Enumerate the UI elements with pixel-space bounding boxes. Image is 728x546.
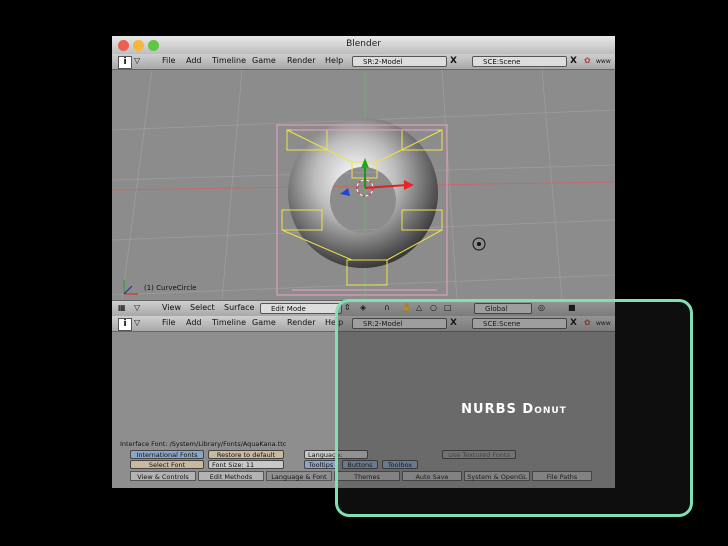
chevron-down-icon[interactable]: ▽ <box>134 303 140 312</box>
chevron-down-icon[interactable]: ▽ <box>134 56 140 65</box>
menu-add[interactable]: Add <box>186 56 202 65</box>
grid-icon[interactable]: ▦ <box>118 303 126 312</box>
international-fonts-toggle[interactable]: International Fonts <box>130 450 204 459</box>
tab-language-font[interactable]: Language & Font <box>266 471 332 481</box>
screen-selector[interactable]: SR:2-Model <box>352 56 447 67</box>
menu-timeline[interactable]: Timeline <box>212 56 246 65</box>
menu-render[interactable]: Render <box>287 56 315 65</box>
menu-timeline[interactable]: Timeline <box>212 318 246 327</box>
menu-file[interactable]: File <box>162 56 175 65</box>
torus-mesh[interactable] <box>288 118 439 268</box>
select-font-button[interactable]: Select Font <box>130 460 204 469</box>
chevron-down-icon[interactable]: ▽ <box>134 318 140 327</box>
info-window-button[interactable]: i <box>118 318 132 331</box>
tab-edit-methods[interactable]: Edit Methods <box>198 471 264 481</box>
caption-text: NURBS Donut <box>461 402 567 417</box>
manipulator-z-arrow[interactable] <box>340 188 350 196</box>
font-size-selector[interactable]: Font Size: 11 <box>208 460 284 469</box>
caption-overlay: NURBS Donut <box>335 299 693 517</box>
menu-file[interactable]: File <box>162 318 175 327</box>
screen-close-button[interactable]: X <box>448 56 459 67</box>
menu-render[interactable]: Render <box>287 318 315 327</box>
3d-viewport[interactable]: (1) CurveCircle <box>112 70 615 300</box>
menu-game[interactable]: Game <box>252 318 276 327</box>
x-axis-line <box>112 181 615 191</box>
scene-close-button[interactable]: X <box>568 56 579 67</box>
menu-select[interactable]: Select <box>190 303 215 312</box>
menu-surface[interactable]: Surface <box>224 303 254 312</box>
menu-game[interactable]: Game <box>252 56 276 65</box>
blender-logo-icon: ✿ <box>584 56 591 65</box>
restore-default-button[interactable]: Restore to default <box>208 450 284 459</box>
tab-view-controls[interactable]: View & Controls <box>130 471 196 481</box>
window-title: Blender <box>346 39 381 49</box>
viewport-scene <box>112 70 615 300</box>
menu-view[interactable]: View <box>162 303 181 312</box>
interface-font-path: Interface Font: /System/Library/Fonts/Aq… <box>120 440 287 448</box>
info-window-button[interactable]: i <box>118 56 132 69</box>
title-bar: Blender <box>112 36 615 55</box>
scene-selector[interactable]: SCE:Scene <box>472 56 567 67</box>
website-label: www <box>596 58 611 65</box>
tooltips-toggle[interactable]: Tooltips <box>304 460 338 469</box>
main-header: i ▽ File Add Timeline Game Render Help S… <box>112 54 615 70</box>
menu-help[interactable]: Help <box>325 56 343 65</box>
object-label: (1) CurveCircle <box>144 284 197 292</box>
menu-add[interactable]: Add <box>186 318 202 327</box>
mode-selector[interactable]: Edit Mode <box>260 303 342 314</box>
corner-z-axis <box>123 285 133 295</box>
